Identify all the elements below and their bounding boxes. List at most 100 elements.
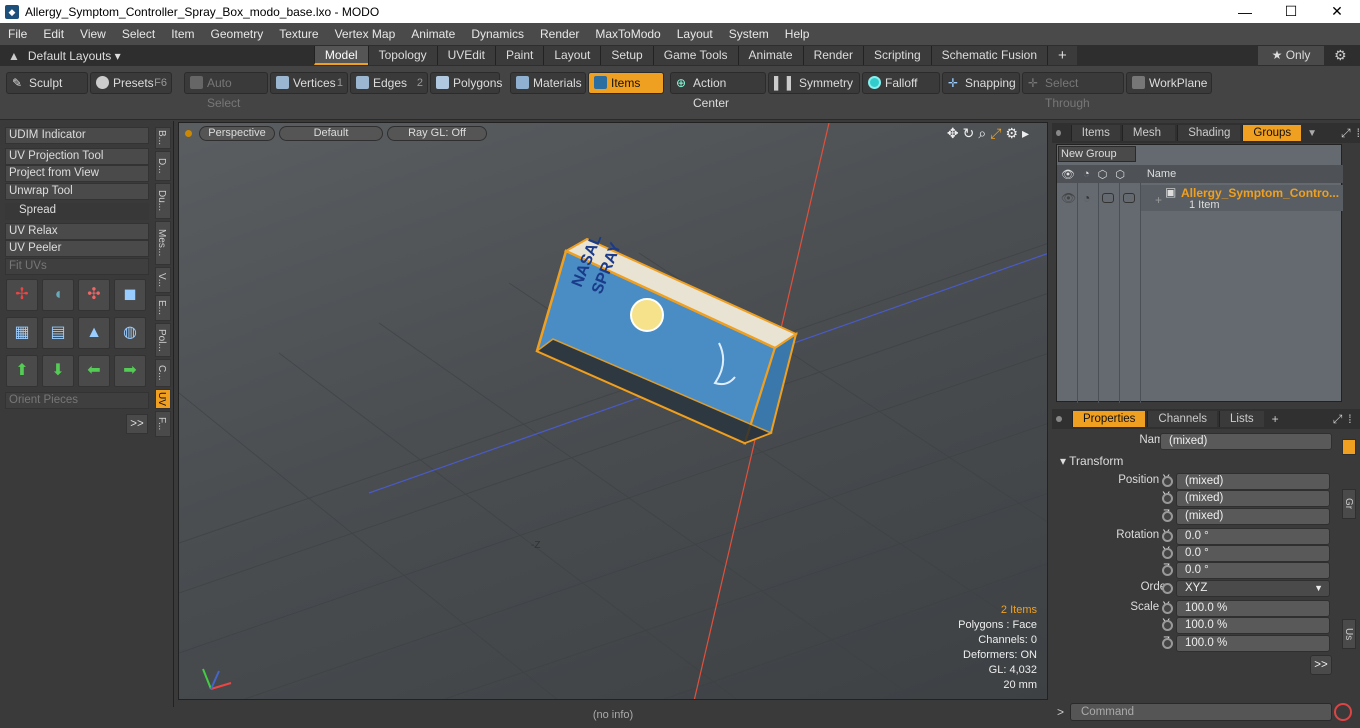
order-select[interactable]: XYZ ▼ — [1176, 580, 1330, 597]
tab-scripting[interactable]: Scripting — [862, 46, 931, 65]
side-tab-pol[interactable]: Pol... — [155, 323, 171, 357]
name-column-header[interactable]: Name — [1147, 168, 1176, 180]
viewport-gear-icon[interactable]: ⚙ — [1005, 125, 1022, 141]
udim-indicator-button[interactable]: UDIM Indicator — [5, 127, 149, 144]
uv-peeler-button[interactable]: UV Peeler — [5, 240, 149, 257]
items-button[interactable]: Items — [588, 72, 664, 94]
arrow-left-icon[interactable]: ⬅ — [78, 355, 110, 387]
menu-select[interactable]: Select — [114, 27, 163, 41]
order-key-icon[interactable] — [1162, 583, 1173, 594]
tab-channels[interactable]: Channels — [1147, 411, 1218, 427]
name-field[interactable]: (mixed) — [1160, 433, 1332, 450]
tab-topology[interactable]: Topology — [367, 46, 437, 65]
viewport-menu-arrow-icon[interactable]: ▸ — [1022, 125, 1033, 141]
props-expand-icon[interactable]: ⤢ — [1333, 412, 1343, 427]
uv-projection-tool-button[interactable]: UV Projection Tool — [5, 148, 149, 165]
menu-vertex-map[interactable]: Vertex Map — [327, 27, 404, 41]
tab-animate[interactable]: Animate — [737, 46, 803, 65]
rotation-x-key-icon[interactable] — [1162, 531, 1173, 542]
more-properties-button[interactable]: >> — [1310, 655, 1332, 675]
spray-box-model[interactable]: NASAL SPRAY — [535, 232, 799, 445]
shading-default-button[interactable]: Default — [279, 126, 383, 141]
rotation-z-field[interactable]: 0.0 ° — [1176, 562, 1330, 579]
visibility-col-icon[interactable]: 👁 — [1061, 168, 1075, 181]
scale-x-key-icon[interactable] — [1162, 603, 1173, 614]
uv-box-icon[interactable]: ◼ — [114, 279, 146, 311]
uv-grid-icon[interactable]: ▦ — [6, 317, 38, 349]
tab-uvedit[interactable]: UVEdit — [436, 46, 495, 65]
falloff-button[interactable]: Falloff — [862, 72, 940, 94]
tab-paint[interactable]: Paint — [494, 46, 544, 65]
tab-shading[interactable]: Shading — [1177, 125, 1241, 141]
layout-toggle-icon[interactable]: ▲ — [8, 49, 20, 63]
uv-plane-icon[interactable]: ▤ — [42, 317, 74, 349]
tabs-dropdown-icon[interactable]: ▼ — [1307, 128, 1317, 139]
rotation-y-field[interactable]: 0.0 ° — [1176, 545, 1330, 562]
side-tab-du[interactable]: Du... — [155, 183, 171, 219]
groups-list[interactable]: New Group 👁 ◔ ⬡ ⬡ Name 👁 ◔ + ▣ Allergy_S… — [1056, 144, 1343, 403]
more-tools-button[interactable]: >> — [126, 414, 148, 434]
uv-sphere-icon[interactable]: ◍ — [114, 317, 146, 349]
add-props-tab-button[interactable]: + — [1272, 412, 1279, 426]
menu-item[interactable]: Item — [163, 27, 202, 41]
add-tab-button[interactable]: + — [1047, 46, 1077, 65]
unwrap-tool-button[interactable]: Unwrap Tool — [5, 183, 149, 200]
polygons-button[interactable]: Polygons — [430, 72, 502, 94]
side-tab-d[interactable]: D... — [155, 151, 171, 181]
close-button[interactable]: ✕ — [1314, 3, 1360, 20]
row-select-checkbox[interactable] — [1123, 193, 1135, 203]
scale-y-field[interactable]: 100.0 % — [1176, 617, 1330, 634]
tab-schematic-fusion[interactable]: Schematic Fusion — [930, 46, 1047, 65]
vertices-button[interactable]: Vertices 1 — [270, 72, 348, 94]
rotation-z-key-icon[interactable] — [1162, 565, 1173, 576]
materials-button[interactable]: Materials — [510, 72, 586, 94]
side-tab-mes[interactable]: Mes... — [155, 221, 171, 265]
arrow-right-icon[interactable]: ➡ — [114, 355, 146, 387]
panel-expand-icon[interactable]: ⤢ — [1341, 126, 1351, 141]
only-button[interactable]: ★ Only — [1258, 46, 1324, 65]
menu-geometry[interactable]: Geometry — [203, 27, 272, 41]
tab-groups[interactable]: Groups — [1242, 125, 1302, 141]
new-group-button[interactable]: New Group — [1058, 146, 1136, 162]
row-visibility-icon[interactable]: 👁 — [1061, 191, 1076, 205]
presets-button[interactable]: Presets F6 — [90, 72, 172, 94]
side-tab-active[interactable] — [1342, 439, 1356, 455]
side-tab-v[interactable]: V... — [155, 267, 171, 293]
row-lock-checkbox[interactable] — [1102, 193, 1114, 203]
side-tab-f[interactable]: F... — [155, 411, 171, 437]
scale-y-key-icon[interactable] — [1162, 620, 1173, 631]
tab-mesh[interactable]: Mesh ... — [1121, 125, 1176, 155]
position-z-key-icon[interactable] — [1162, 511, 1173, 522]
scale-z-field[interactable]: 100.0 % — [1176, 635, 1330, 652]
fit-uvs-button[interactable]: Fit UVs — [5, 258, 149, 275]
menu-system[interactable]: System — [721, 27, 777, 41]
orient-pieces-button[interactable]: Orient Pieces — [5, 392, 149, 409]
snapping-button[interactable]: ✛ Snapping — [942, 72, 1020, 94]
scale-z-key-icon[interactable] — [1162, 638, 1173, 649]
menu-texture[interactable]: Texture — [271, 27, 326, 41]
menu-view[interactable]: View — [72, 27, 114, 41]
workplane-button[interactable]: WorkPlane — [1126, 72, 1212, 94]
maximize-button[interactable]: ☐ — [1268, 3, 1314, 20]
side-tab-uv[interactable]: UV — [155, 389, 171, 409]
project-from-view-button[interactable]: Project from View — [5, 165, 149, 182]
tab-layout[interactable]: Layout — [543, 46, 601, 65]
lock-col-icon[interactable]: ⬡ — [1098, 168, 1108, 181]
sculpt-button[interactable]: ✎ Sculpt — [6, 72, 88, 94]
side-tab-c[interactable]: C... — [155, 359, 171, 387]
side-tab-e[interactable]: E... — [155, 295, 171, 321]
uv-move-icon[interactable]: ✣ — [78, 279, 110, 311]
position-x-field[interactable]: (mixed) — [1176, 473, 1330, 490]
menu-help[interactable]: Help — [777, 27, 818, 41]
menu-dynamics[interactable]: Dynamics — [463, 27, 532, 41]
uv-pyramid-icon[interactable]: ▲ — [78, 317, 110, 349]
ray-gl-button[interactable]: Ray GL: Off — [387, 126, 487, 141]
position-y-key-icon[interactable] — [1162, 493, 1173, 504]
menu-render[interactable]: Render — [532, 27, 587, 41]
perspective-view-button[interactable]: Perspective — [199, 126, 275, 141]
symmetry-button[interactable]: ▌▐ Symmetry — [768, 72, 860, 94]
row-render-icon[interactable]: ◔ — [1083, 191, 1090, 205]
side-tab-gr[interactable]: Gr — [1342, 489, 1356, 519]
uv-transform-icon[interactable]: ✢ — [6, 279, 38, 311]
rotation-y-key-icon[interactable] — [1162, 548, 1173, 559]
